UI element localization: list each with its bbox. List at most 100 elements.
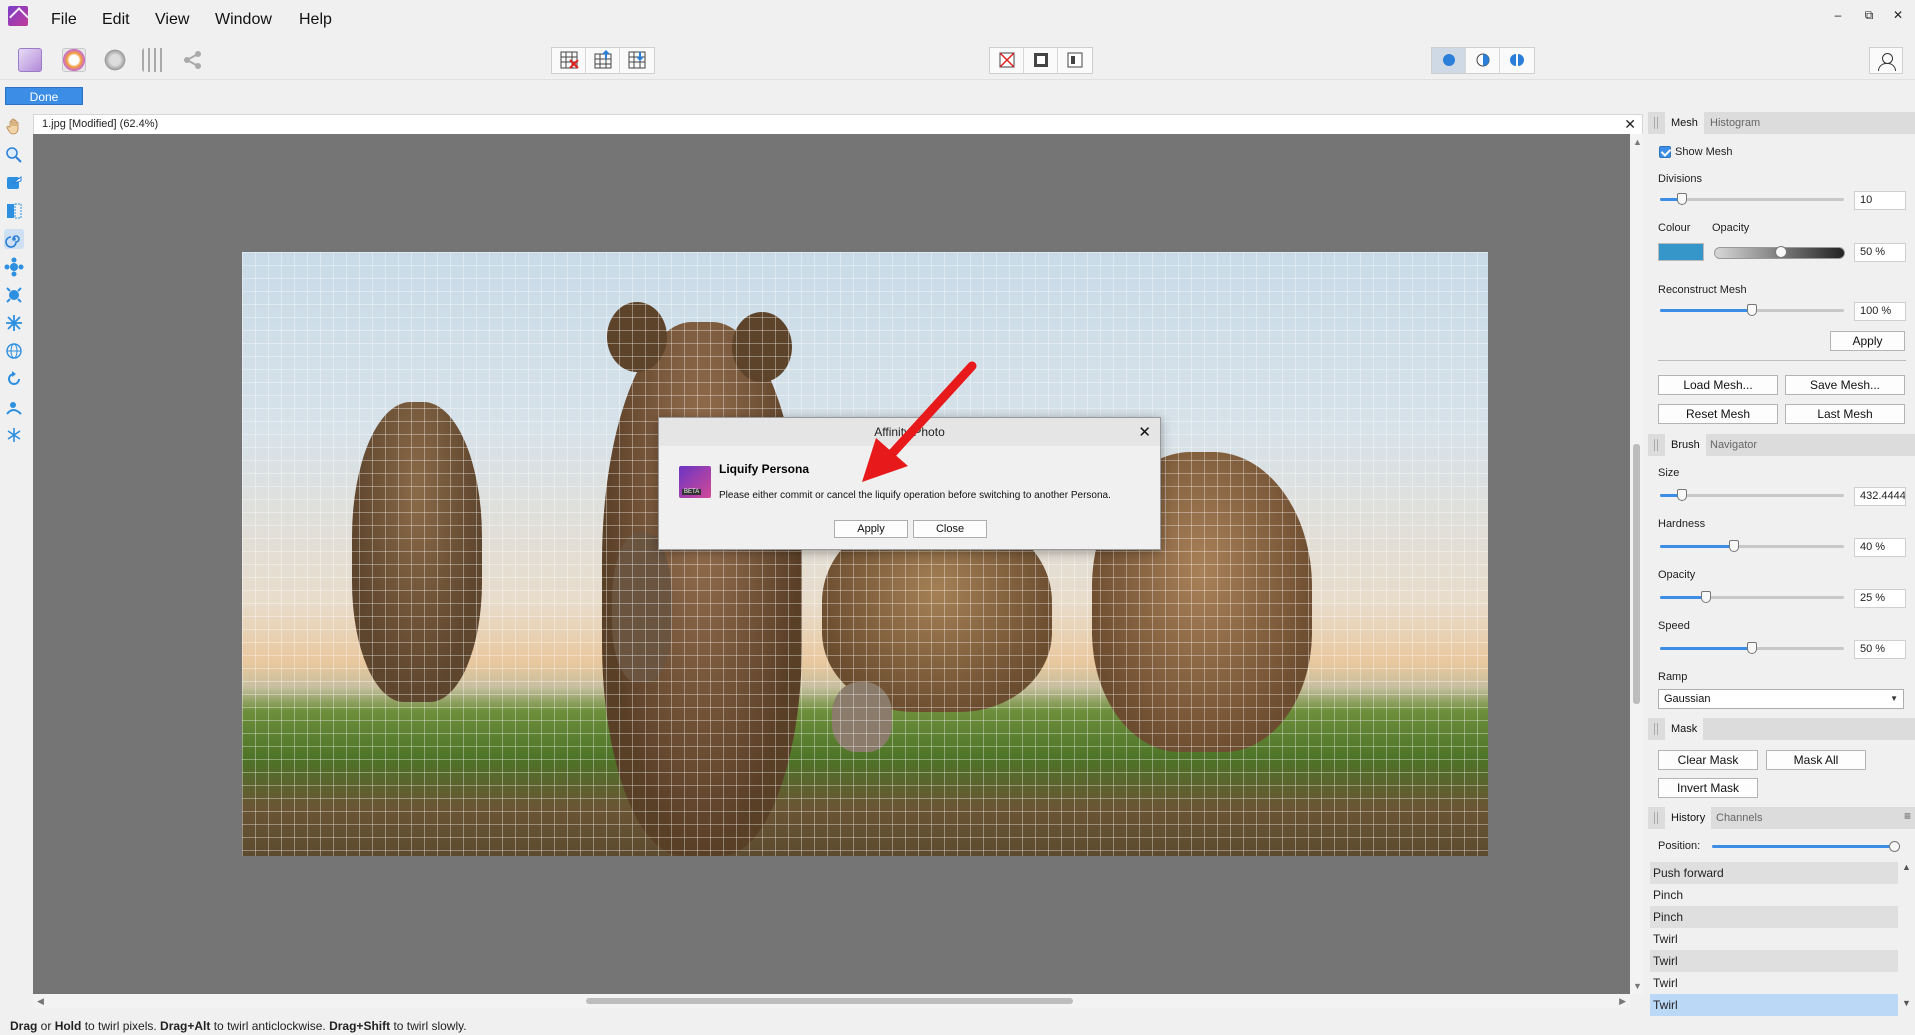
tab-channels[interactable]: Channels — [1710, 807, 1768, 829]
punch-icon[interactable] — [4, 285, 24, 305]
speed-slider-thumb[interactable] — [1747, 642, 1757, 654]
divisions-slider-thumb[interactable] — [1677, 193, 1688, 205]
clear-mesh-icon[interactable] — [552, 48, 586, 73]
speed-field[interactable]: 50 % — [1854, 640, 1906, 659]
history-item[interactable]: Push forward — [1650, 862, 1898, 884]
panel-grip-icon[interactable] — [1654, 812, 1658, 824]
export-persona-icon[interactable] — [181, 48, 205, 72]
reset-mesh-button[interactable]: Reset Mesh — [1658, 404, 1778, 424]
load-mesh-icon[interactable] — [586, 48, 620, 73]
vertical-scrollbar[interactable]: ▲ ▼ — [1630, 134, 1643, 994]
panel-grip-icon[interactable] — [1654, 439, 1658, 451]
hardness-slider[interactable] — [1660, 540, 1844, 552]
mesh-opacity-field[interactable]: 50 % — [1854, 243, 1906, 262]
ramp-select[interactable]: Gaussian ▼ — [1658, 689, 1904, 709]
history-item[interactable]: Twirl — [1650, 972, 1898, 994]
size-field[interactable]: 432.4444! — [1854, 487, 1906, 506]
reconstruct-icon[interactable] — [4, 201, 24, 221]
dialog-close-icon[interactable]: ✕ — [1138, 423, 1151, 441]
scroll-down-icon[interactable]: ▼ — [1902, 998, 1911, 1008]
scroll-right-icon[interactable]: ▶ — [1619, 996, 1626, 1007]
history-item[interactable]: Twirl — [1650, 994, 1898, 1016]
hand-tool-icon[interactable] — [4, 117, 24, 137]
tab-mesh[interactable]: Mesh — [1665, 112, 1704, 134]
brush-opacity-slider-thumb[interactable] — [1701, 591, 1711, 603]
speed-slider[interactable] — [1660, 642, 1844, 654]
divisions-field[interactable]: 10 — [1854, 191, 1906, 210]
minimize-button[interactable]: – — [1829, 8, 1847, 22]
hardness-field[interactable]: 40 % — [1854, 538, 1906, 557]
user-icon[interactable] — [1869, 47, 1903, 74]
dialog-apply-button[interactable]: Apply — [834, 520, 908, 538]
brush-opacity-slider[interactable] — [1660, 591, 1844, 603]
history-position-thumb[interactable] — [1889, 841, 1900, 852]
reconstruct-slider[interactable] — [1660, 304, 1844, 316]
tab-brush[interactable]: Brush — [1665, 434, 1706, 456]
menu-help[interactable]: Help — [299, 11, 332, 29]
forward-warp-icon[interactable] — [4, 173, 24, 193]
scroll-up-icon[interactable]: ▲ — [1633, 137, 1642, 147]
horizontal-scroll-thumb[interactable] — [586, 998, 1073, 1004]
pinch-icon[interactable] — [4, 257, 24, 277]
turbulence-icon[interactable] — [4, 313, 24, 333]
thaw-icon[interactable] — [4, 425, 24, 445]
scroll-left-icon[interactable]: ◀ — [37, 996, 44, 1007]
mesh-clone-icon[interactable] — [4, 341, 24, 361]
develop-persona-icon[interactable] — [103, 48, 127, 72]
menu-file[interactable]: File — [51, 11, 77, 29]
mesh-opacity-slider[interactable] — [1714, 246, 1845, 259]
last-mesh-button[interactable]: Last Mesh — [1785, 404, 1905, 424]
tone-mapping-persona-icon[interactable] — [142, 48, 166, 72]
zoom-tool-icon[interactable] — [4, 145, 24, 165]
invert-mask-button[interactable]: Invert Mask — [1658, 778, 1758, 798]
tab-mask[interactable]: Mask — [1665, 718, 1704, 740]
scroll-down-icon[interactable]: ▼ — [1633, 981, 1642, 991]
history-item[interactable]: Pinch — [1650, 906, 1898, 928]
menu-view[interactable]: View — [155, 11, 189, 29]
liquify-persona-icon[interactable] — [62, 48, 86, 72]
mask-all-icon[interactable] — [1024, 48, 1058, 73]
load-mesh-button[interactable]: Load Mesh... — [1658, 375, 1778, 395]
mesh-colour-swatch[interactable] — [1658, 243, 1704, 261]
dialog-close-button[interactable]: Close — [913, 520, 987, 538]
tab-history[interactable]: History — [1665, 807, 1712, 829]
tab-histogram[interactable]: Histogram — [1704, 112, 1766, 134]
panel-grip-icon[interactable] — [1654, 117, 1658, 129]
vertical-scroll-thumb[interactable] — [1633, 444, 1640, 704]
show-mesh-checkbox[interactable] — [1659, 146, 1671, 158]
hardness-slider-thumb[interactable] — [1728, 540, 1739, 552]
document-image[interactable] — [242, 252, 1488, 856]
history-item[interactable]: Pinch — [1650, 884, 1898, 906]
reconstruct-slider-thumb[interactable] — [1747, 304, 1757, 316]
tab-navigator[interactable]: Navigator — [1704, 434, 1763, 456]
rotate-mesh-icon[interactable] — [4, 369, 24, 389]
horizontal-scrollbar[interactable]: ◀ ▶ — [33, 994, 1630, 1008]
twirl-tool-icon[interactable] — [4, 229, 24, 249]
reconstruct-apply-button[interactable]: Apply — [1830, 331, 1905, 351]
clear-mask-button[interactable]: Clear Mask — [1658, 750, 1758, 770]
history-position-slider[interactable] — [1712, 841, 1900, 852]
invert-mask-icon[interactable] — [1058, 48, 1092, 73]
mesh-opacity-thumb[interactable] — [1775, 246, 1787, 258]
save-mesh-button[interactable]: Save Mesh... — [1785, 375, 1905, 395]
history-item[interactable]: Twirl — [1650, 928, 1898, 950]
photo-persona-icon[interactable] — [18, 48, 42, 72]
size-slider-thumb[interactable] — [1677, 489, 1688, 501]
menu-edit[interactable]: Edit — [102, 11, 130, 29]
view-split-icon[interactable] — [1466, 48, 1500, 73]
mask-all-button[interactable]: Mask All — [1766, 750, 1866, 770]
freeze-icon[interactable] — [4, 397, 24, 417]
panel-grip-icon[interactable] — [1654, 723, 1658, 735]
done-button[interactable]: Done — [5, 87, 83, 105]
clear-mask-icon[interactable] — [990, 48, 1024, 73]
panel-menu-icon[interactable]: ≡ — [1904, 809, 1911, 823]
close-document-icon[interactable]: ✕ — [1624, 116, 1636, 133]
save-mesh-icon[interactable] — [620, 48, 654, 73]
restore-button[interactable]: ⧉ — [1860, 8, 1878, 23]
close-window-button[interactable]: ✕ — [1889, 8, 1907, 22]
menu-window[interactable]: Window — [215, 11, 272, 29]
history-item[interactable]: Twirl — [1650, 950, 1898, 972]
reconstruct-field[interactable]: 100 % — [1854, 302, 1906, 321]
brush-opacity-field[interactable]: 25 % — [1854, 589, 1906, 608]
divisions-slider[interactable] — [1660, 193, 1844, 205]
